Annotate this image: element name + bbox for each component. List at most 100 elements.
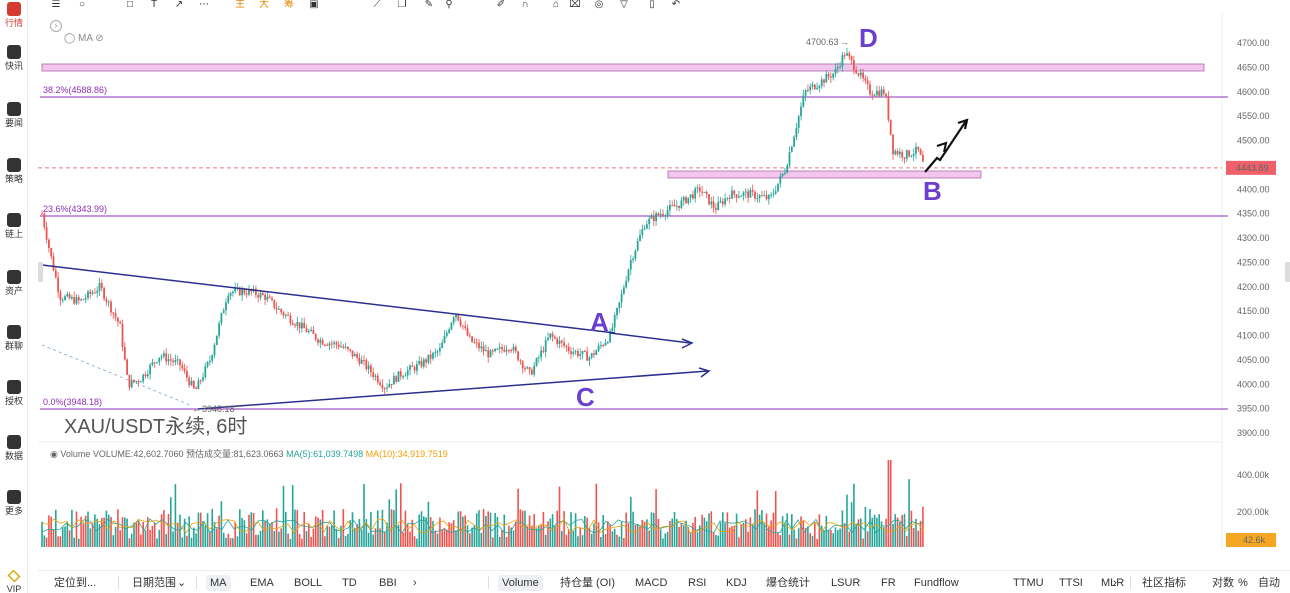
sidebar-item-5[interactable]: 资产 [0,270,28,296]
candle-body [866,80,869,85]
sub-indicator-7[interactable]: FR [877,575,900,591]
sub-indicator-9[interactable]: TTMU [1009,575,1048,591]
sidebar-item-7[interactable]: 授权 [0,380,28,406]
candle-body [889,119,892,135]
eye-icon[interactable]: ◎ [593,0,605,10]
candle-body [395,376,398,382]
volume-bar [372,534,374,547]
candle-body [57,277,59,293]
volume-bar [919,520,922,547]
rect-icon[interactable]: □ [124,0,136,10]
zoom-icon[interactable]: ⚲ [443,0,455,10]
volume-bar [802,520,805,547]
copy-icon[interactable]: ❐ [396,0,408,10]
chip-icon[interactable]: 筹 [283,0,295,10]
chevron-down-icon[interactable]: ⌄ [173,575,190,591]
volume-bar [579,527,581,547]
big-icon[interactable]: 大 [258,0,270,10]
main-indicator-ema[interactable]: EMA [246,575,278,591]
ruler-icon[interactable]: ⟋ [371,0,383,10]
percent-scale-toggle[interactable]: % [1234,575,1252,591]
candle-body [703,191,706,193]
symbol-title: XAU/USDT永续, 6时 [64,416,248,438]
sidebar-item-4[interactable]: 链上 [0,213,28,239]
sub-indicator-0[interactable]: Volume [498,575,543,591]
sub-indicator-2[interactable]: MACD [631,575,671,591]
more-dots-icon[interactable]: ⋯ [198,0,210,10]
candle-body [330,343,333,345]
sidebar-item-2[interactable]: 要闻 [0,102,28,128]
sidebar-item-0[interactable]: 行情 [0,2,28,28]
sidebar-item-10[interactable]: VIP [0,569,28,593]
volume-bar [586,517,588,547]
sub-indicator-5[interactable]: 爆仓统计 [762,575,814,591]
sidebar-item-label: 资产 [4,286,23,296]
more-main-indicators[interactable]: › [409,575,421,591]
circle-icon[interactable]: ○ [76,0,88,10]
community-indicators-button[interactable]: 社区指标 [1138,575,1190,591]
sub-indicator-6[interactable]: LSUR [827,575,864,591]
sub-indicator-3[interactable]: RSI [684,575,710,591]
trash-icon[interactable]: ⌧ [569,0,581,10]
undo-icon[interactable]: ↶ [670,0,682,10]
magnet-icon[interactable]: ∩ [519,0,531,10]
indicator-bar: 定位到... 日期范围 ⌄ MA EMA BOLL TD BBI › Volume 持仓量 (OI)… [38,570,1290,593]
candle-body [717,201,720,210]
candle-body [174,359,177,363]
candle-body [144,374,147,377]
delete-icon[interactable]: ▯ [646,0,658,10]
chart-area[interactable]: 4700.00 4650.00 4600.00 4550.00 4500.00 4400.… [38,14,1290,550]
ma-legend[interactable]: ◯ MA ⊘ [64,33,104,44]
auto-scale-toggle[interactable]: 自动 [1254,575,1284,591]
collapse-legend-icon[interactable]: › [50,20,62,32]
sub-indicator-1[interactable]: 持仓量 (OI) [556,575,619,591]
sidebar-item-6[interactable]: 群聊 [0,325,28,351]
sub-indicator-10[interactable]: TTSI [1055,575,1087,591]
main-indicator-bbi[interactable]: BBI [375,575,401,591]
more-sub-indicators[interactable]: › [1109,575,1121,591]
candle-body [779,176,782,184]
volume-bar [480,532,483,547]
text-icon[interactable]: T [148,0,160,10]
volume-bar [416,538,418,547]
candle-body [556,338,559,344]
sidebar-item-8[interactable]: 数据 [0,435,28,461]
volume-bar [158,529,161,547]
pencil-icon[interactable]: ✎ [423,0,435,10]
main-indicator-td[interactable]: TD [338,575,361,591]
volume-bar [788,534,791,547]
main-indicator-ma[interactable]: MA [206,575,231,591]
volume-eye-icon[interactable]: ◉ [50,449,58,459]
main-icon[interactable]: 主 [234,0,246,10]
volume-bar [524,510,526,547]
volume-axis-label: 400.00k [1237,470,1270,480]
volume-bar [761,510,763,547]
volume-bar [777,532,779,547]
sidebar-item-label: 数据 [4,451,23,461]
main-indicator-boll[interactable]: BOLL [290,575,326,591]
locate-button[interactable]: 定位到... [50,575,100,591]
sidebar-item-3[interactable]: 策略 [0,158,28,184]
sub-indicator-8[interactable]: Fundflow [910,575,963,591]
volume-bar [623,538,625,547]
candle-body [731,190,733,199]
candle-body [381,385,384,389]
volume-bar [112,535,115,547]
candle-body [284,314,287,316]
arrow-icon[interactable]: ↗ [173,0,185,10]
volume-bar [613,528,616,547]
sidebar-item-1[interactable]: 快讯 [0,45,28,71]
volume-bar [257,534,259,547]
menu-icon[interactable]: ☰ [50,0,62,10]
brush-icon[interactable]: ✐ [495,0,507,10]
volume-bar [282,485,285,547]
lock-icon[interactable]: ⌂ [550,0,562,10]
volume-bar [531,525,533,547]
candle-body [544,340,547,352]
sidebar-item-9[interactable]: 更多 [0,490,28,516]
filter-icon[interactable]: ▽ [618,0,630,10]
sub-indicator-4[interactable]: KDJ [722,575,751,591]
image-icon[interactable]: ▣ [308,0,320,10]
volume-bar [843,523,846,547]
price-chart[interactable]: 4700.00 4650.00 4600.00 4550.00 4500.00 4400.… [38,14,1290,550]
